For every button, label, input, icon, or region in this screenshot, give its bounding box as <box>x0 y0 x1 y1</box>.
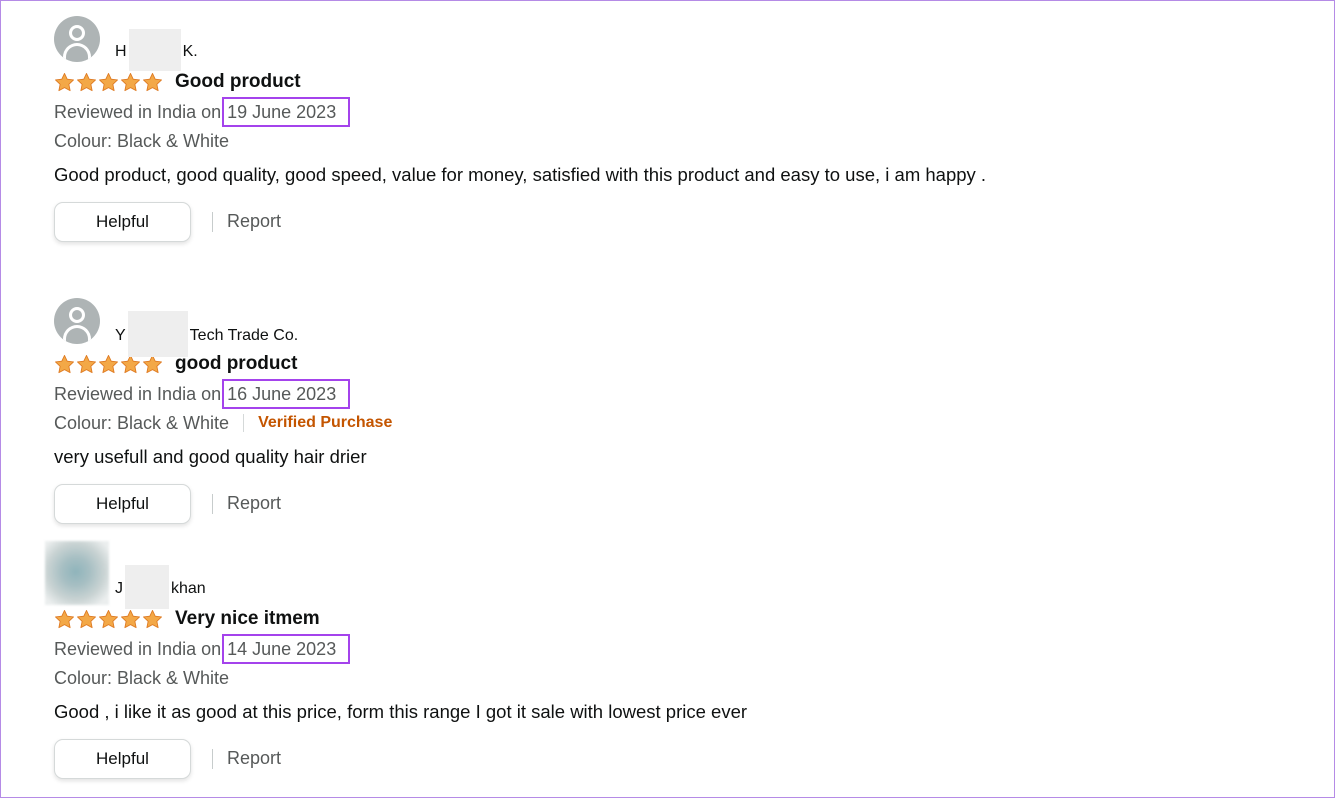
review-date-line: Reviewed in India on 14 June 2023 <box>54 634 1014 664</box>
name-redaction <box>125 565 169 609</box>
star-icon <box>55 354 74 373</box>
review-title[interactable]: Very nice itmem <box>175 608 320 630</box>
avatar-shoulders-icon <box>63 325 91 343</box>
review-actions: Helpful Report <box>54 201 1014 242</box>
review-actions: Helpful Report <box>54 483 1014 524</box>
review-item: Y Tech Trade Co. good product Reviewed in… <box>54 298 1014 524</box>
reviewer-name-end: khan <box>171 580 206 598</box>
reviewer-name-end: K. <box>182 43 198 61</box>
review-actions: Helpful Report <box>54 738 1014 779</box>
action-divider <box>212 493 213 514</box>
star-icon <box>55 72 74 91</box>
helpful-button[interactable]: Helpful <box>54 201 191 242</box>
review-body: Good product, good quality, good speed, … <box>54 164 987 185</box>
reviewer-profile[interactable]: Jkhan <box>45 541 1014 609</box>
review-item: Jkhan Very nice itmem Reviewed in India … <box>45 541 1014 779</box>
name-redaction <box>127 311 188 357</box>
name-redaction <box>128 29 181 71</box>
reviewer-name-end: Tech Trade Co. <box>189 327 299 345</box>
review-date: 14 June 2023 <box>222 634 351 664</box>
report-link[interactable]: Report <box>227 211 281 232</box>
star-icon <box>77 354 96 373</box>
avatar-shoulders-icon <box>63 43 91 61</box>
star-icon <box>77 72 96 91</box>
verified-purchase-badge: Verified Purchase <box>258 414 393 431</box>
avatar-head-icon <box>69 25 85 41</box>
report-link[interactable]: Report <box>227 493 281 514</box>
colour-line: Colour: Black & White <box>54 127 1014 155</box>
reviewer-profile[interactable]: H K. <box>54 16 1014 71</box>
helpful-button[interactable]: Helpful <box>54 483 191 524</box>
star-icon <box>143 609 162 628</box>
action-divider <box>212 211 213 232</box>
star-icon <box>77 609 96 628</box>
reviewer-name-start: J <box>115 580 123 598</box>
star-icon <box>55 609 74 628</box>
review-body: very usefull and good quality hair drier <box>54 446 367 467</box>
star-rating[interactable] <box>54 72 163 93</box>
action-divider <box>212 748 213 769</box>
review-date-line: Reviewed in India on 19 June 2023 <box>54 97 1014 127</box>
avatar <box>45 541 109 605</box>
colour-variant: Colour: Black & White <box>54 668 230 688</box>
reviewed-in-label: Reviewed in India on <box>54 639 222 659</box>
colour-variant: Colour: Black & White <box>54 413 230 433</box>
review-item: H K. Good product Reviewed in India on 19 … <box>54 16 1014 242</box>
review-body: Good , i like it as good at this price, … <box>54 701 748 722</box>
reviewer-name: Jkhan <box>115 565 206 611</box>
review-date: 19 June 2023 <box>222 97 351 127</box>
review-title[interactable]: Good product <box>175 71 301 93</box>
reviewed-in-label: Reviewed in India on <box>54 384 222 404</box>
avatar <box>54 16 100 62</box>
avatar <box>54 298 100 344</box>
star-icon <box>121 609 140 628</box>
reviewer-name: H K. <box>115 29 198 73</box>
review-date: 16 June 2023 <box>222 379 351 409</box>
meta-divider <box>243 414 245 432</box>
colour-line: Colour: Black & White <box>54 664 1014 692</box>
star-icon <box>143 72 162 91</box>
colour-variant: Colour: Black & White <box>54 131 230 151</box>
star-icon <box>99 72 118 91</box>
reviewed-in-label: Reviewed in India on <box>54 102 222 122</box>
reviewer-name: Y Tech Trade Co. <box>115 311 299 359</box>
colour-line: Colour: Black & White Verified Purchase <box>54 409 1014 437</box>
review-date-line: Reviewed in India on 16 June 2023 <box>54 379 1014 409</box>
star-icon <box>99 609 118 628</box>
helpful-button[interactable]: Helpful <box>54 738 191 779</box>
star-rating[interactable] <box>54 609 163 630</box>
reviewer-name-start: H <box>115 43 127 61</box>
avatar-head-icon <box>69 307 85 323</box>
reviewer-profile[interactable]: Y Tech Trade Co. <box>54 298 1014 357</box>
report-link[interactable]: Report <box>227 748 281 769</box>
reviewer-name-start: Y <box>115 327 126 345</box>
star-icon <box>121 72 140 91</box>
